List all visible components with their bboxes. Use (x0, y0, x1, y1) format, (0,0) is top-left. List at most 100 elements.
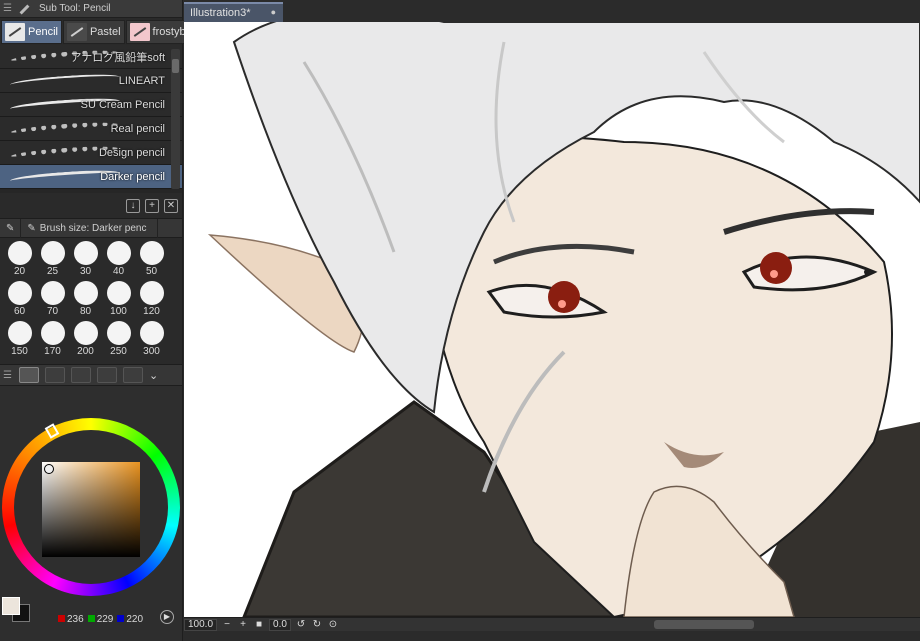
tab-pastel[interactable]: Pastel (62, 20, 125, 44)
brush-size-cell[interactable]: 25 (36, 241, 69, 281)
document-title: Illustration3* (190, 7, 251, 19)
canvas-artwork (184, 22, 920, 617)
tab-label: Pastel (89, 26, 121, 38)
brush-size-label: 25 (46, 266, 59, 277)
brush-size-preview (7, 321, 32, 345)
brush-size-preview (73, 281, 98, 305)
frosty-tool-icon (129, 23, 150, 41)
tab-brush-size[interactable]: ✎ Brush size: Darker penc (21, 218, 158, 238)
brush-size-cell[interactable]: 200 (69, 321, 102, 361)
import-icon[interactable]: ↓ (126, 198, 140, 213)
brush-size-preview (139, 321, 164, 345)
brush-size-cell[interactable]: 30 (69, 241, 102, 281)
sv-cursor[interactable] (44, 464, 54, 474)
tab-tool-property[interactable]: ✎ (0, 218, 22, 238)
brush-size-label: 20 (13, 266, 26, 277)
brush-tools: ↓ + ✕ (0, 193, 182, 219)
brush-size-preview (73, 321, 98, 345)
brush-label: SU Cream Pencil (80, 98, 165, 111)
stroke-preview (9, 120, 121, 138)
pencil-tool-icon (5, 23, 25, 41)
color-wheel-panel: 236 229 220 ▶ (0, 386, 182, 625)
panel-menu-icon[interactable]: ☰ (3, 370, 13, 381)
zoom-out-button[interactable]: − (221, 619, 233, 630)
brush-item[interactable]: Real pencil (0, 117, 182, 141)
color-mode-icon[interactable]: ▶ (160, 610, 174, 624)
brush-item[interactable]: アナログ風鉛筆soft ★ (0, 45, 182, 69)
brush-size-icon: ✎ (27, 222, 36, 234)
brush-item[interactable]: Design pencil (0, 141, 182, 165)
brush-size-label: 40 (112, 266, 125, 277)
rotate-left-icon[interactable]: ↺ (295, 619, 307, 630)
brush-list: アナログ風鉛筆soft ★ LINEART SU Cream Pencil Re… (0, 45, 182, 193)
tab-color-slider[interactable] (45, 367, 65, 383)
brush-size-label: 60 (13, 306, 26, 317)
trash-icon[interactable]: ✕ (164, 198, 178, 213)
brush-size-preview (40, 321, 65, 345)
rotate-right-icon[interactable]: ↻ (311, 619, 323, 630)
brush-size-label: 300 (143, 346, 160, 357)
green-square-icon (87, 615, 95, 622)
brush-size-preview (106, 241, 131, 265)
tab-document[interactable]: Illustration3* ● (184, 2, 283, 22)
app-window: ☰ Sub Tool: Pencil Pencil Pastel frostyb… (0, 0, 920, 641)
brush-size-title: Brush size: Darker penc (39, 222, 147, 234)
canvas-horizontal-scrollbar[interactable] (654, 620, 754, 629)
subtool-panel-title: Sub Tool: Pencil (39, 3, 111, 14)
brush-size-preview (40, 241, 65, 265)
zoom-in-button[interactable]: + (237, 619, 249, 630)
brush-size-cell[interactable]: 80 (69, 281, 102, 321)
stop-icon[interactable]: ■ (253, 619, 265, 630)
brush-size-label: 100 (110, 306, 127, 317)
tab-color-history[interactable] (123, 367, 143, 383)
brush-size-cell[interactable]: 100 (102, 281, 135, 321)
subtool-tabs: Pencil Pastel frostyb (0, 18, 190, 45)
brush-item[interactable]: LINEART (0, 69, 182, 93)
brush-size-cell[interactable]: 20 (3, 241, 36, 281)
brush-size-cell[interactable]: 250 (102, 321, 135, 361)
brush-size-cell[interactable]: 300 (135, 321, 168, 361)
brush-label: LINEART (118, 74, 165, 87)
main-color-swatch[interactable] (2, 597, 20, 615)
reset-rotation-icon[interactable]: ⊙ (327, 619, 339, 630)
brush-size-label: 170 (44, 346, 61, 357)
tab-frostyb[interactable]: frostyb (125, 20, 190, 44)
panel-menu-icon[interactable]: ☰ (3, 3, 13, 14)
brush-size-label: 30 (79, 266, 92, 277)
rotation-field[interactable]: 0.0 (269, 618, 291, 631)
brush-size-cell[interactable]: 170 (36, 321, 69, 361)
blue-square-icon (117, 615, 125, 622)
canvas-viewport[interactable] (184, 22, 920, 617)
brush-size-header: ✎ ✎ Brush size: Darker penc (0, 218, 182, 238)
tab-color-set[interactable] (71, 367, 91, 383)
canvas-statusbar: 100.0 − + ■ 0.0 ↺ ↻ ⊙ (184, 617, 920, 631)
pastel-tool-icon (66, 23, 87, 41)
brush-size-preview (139, 241, 164, 265)
brush-item[interactable]: SU Cream Pencil (0, 93, 182, 117)
brush-size-cell[interactable]: 50 (135, 241, 168, 281)
tab-intermediate-color[interactable] (97, 367, 117, 383)
brush-size-label: 70 (46, 306, 59, 317)
brush-size-label: 200 (77, 346, 94, 357)
scrollbar-thumb[interactable] (172, 59, 179, 73)
brush-size-preview (139, 281, 164, 305)
saturation-value-square[interactable] (42, 462, 140, 557)
duplicate-icon[interactable]: + (145, 198, 159, 213)
brush-label: Real pencil (110, 122, 165, 135)
brush-size-cell[interactable]: 150 (3, 321, 36, 361)
brush-size-cell[interactable]: 60 (3, 281, 36, 321)
tab-color-wheel[interactable] (19, 367, 39, 383)
red-square-icon (58, 615, 65, 622)
close-icon[interactable]: ● (271, 7, 276, 17)
brush-size-label: 250 (110, 346, 127, 357)
brush-item-selected[interactable]: Darker pencil (0, 165, 182, 189)
brush-size-cell[interactable]: 120 (135, 281, 168, 321)
zoom-field[interactable]: 100.0 (184, 618, 218, 631)
tab-label: frostyb (152, 26, 186, 38)
brush-size-cell[interactable]: 40 (102, 241, 135, 281)
tab-pencil[interactable]: Pencil (1, 20, 62, 44)
brush-size-cell[interactable]: 70 (36, 281, 69, 321)
chevron-down-icon[interactable]: ⌄ (149, 369, 158, 382)
brush-size-preview (7, 241, 32, 265)
brush-list-scrollbar[interactable] (171, 49, 180, 189)
